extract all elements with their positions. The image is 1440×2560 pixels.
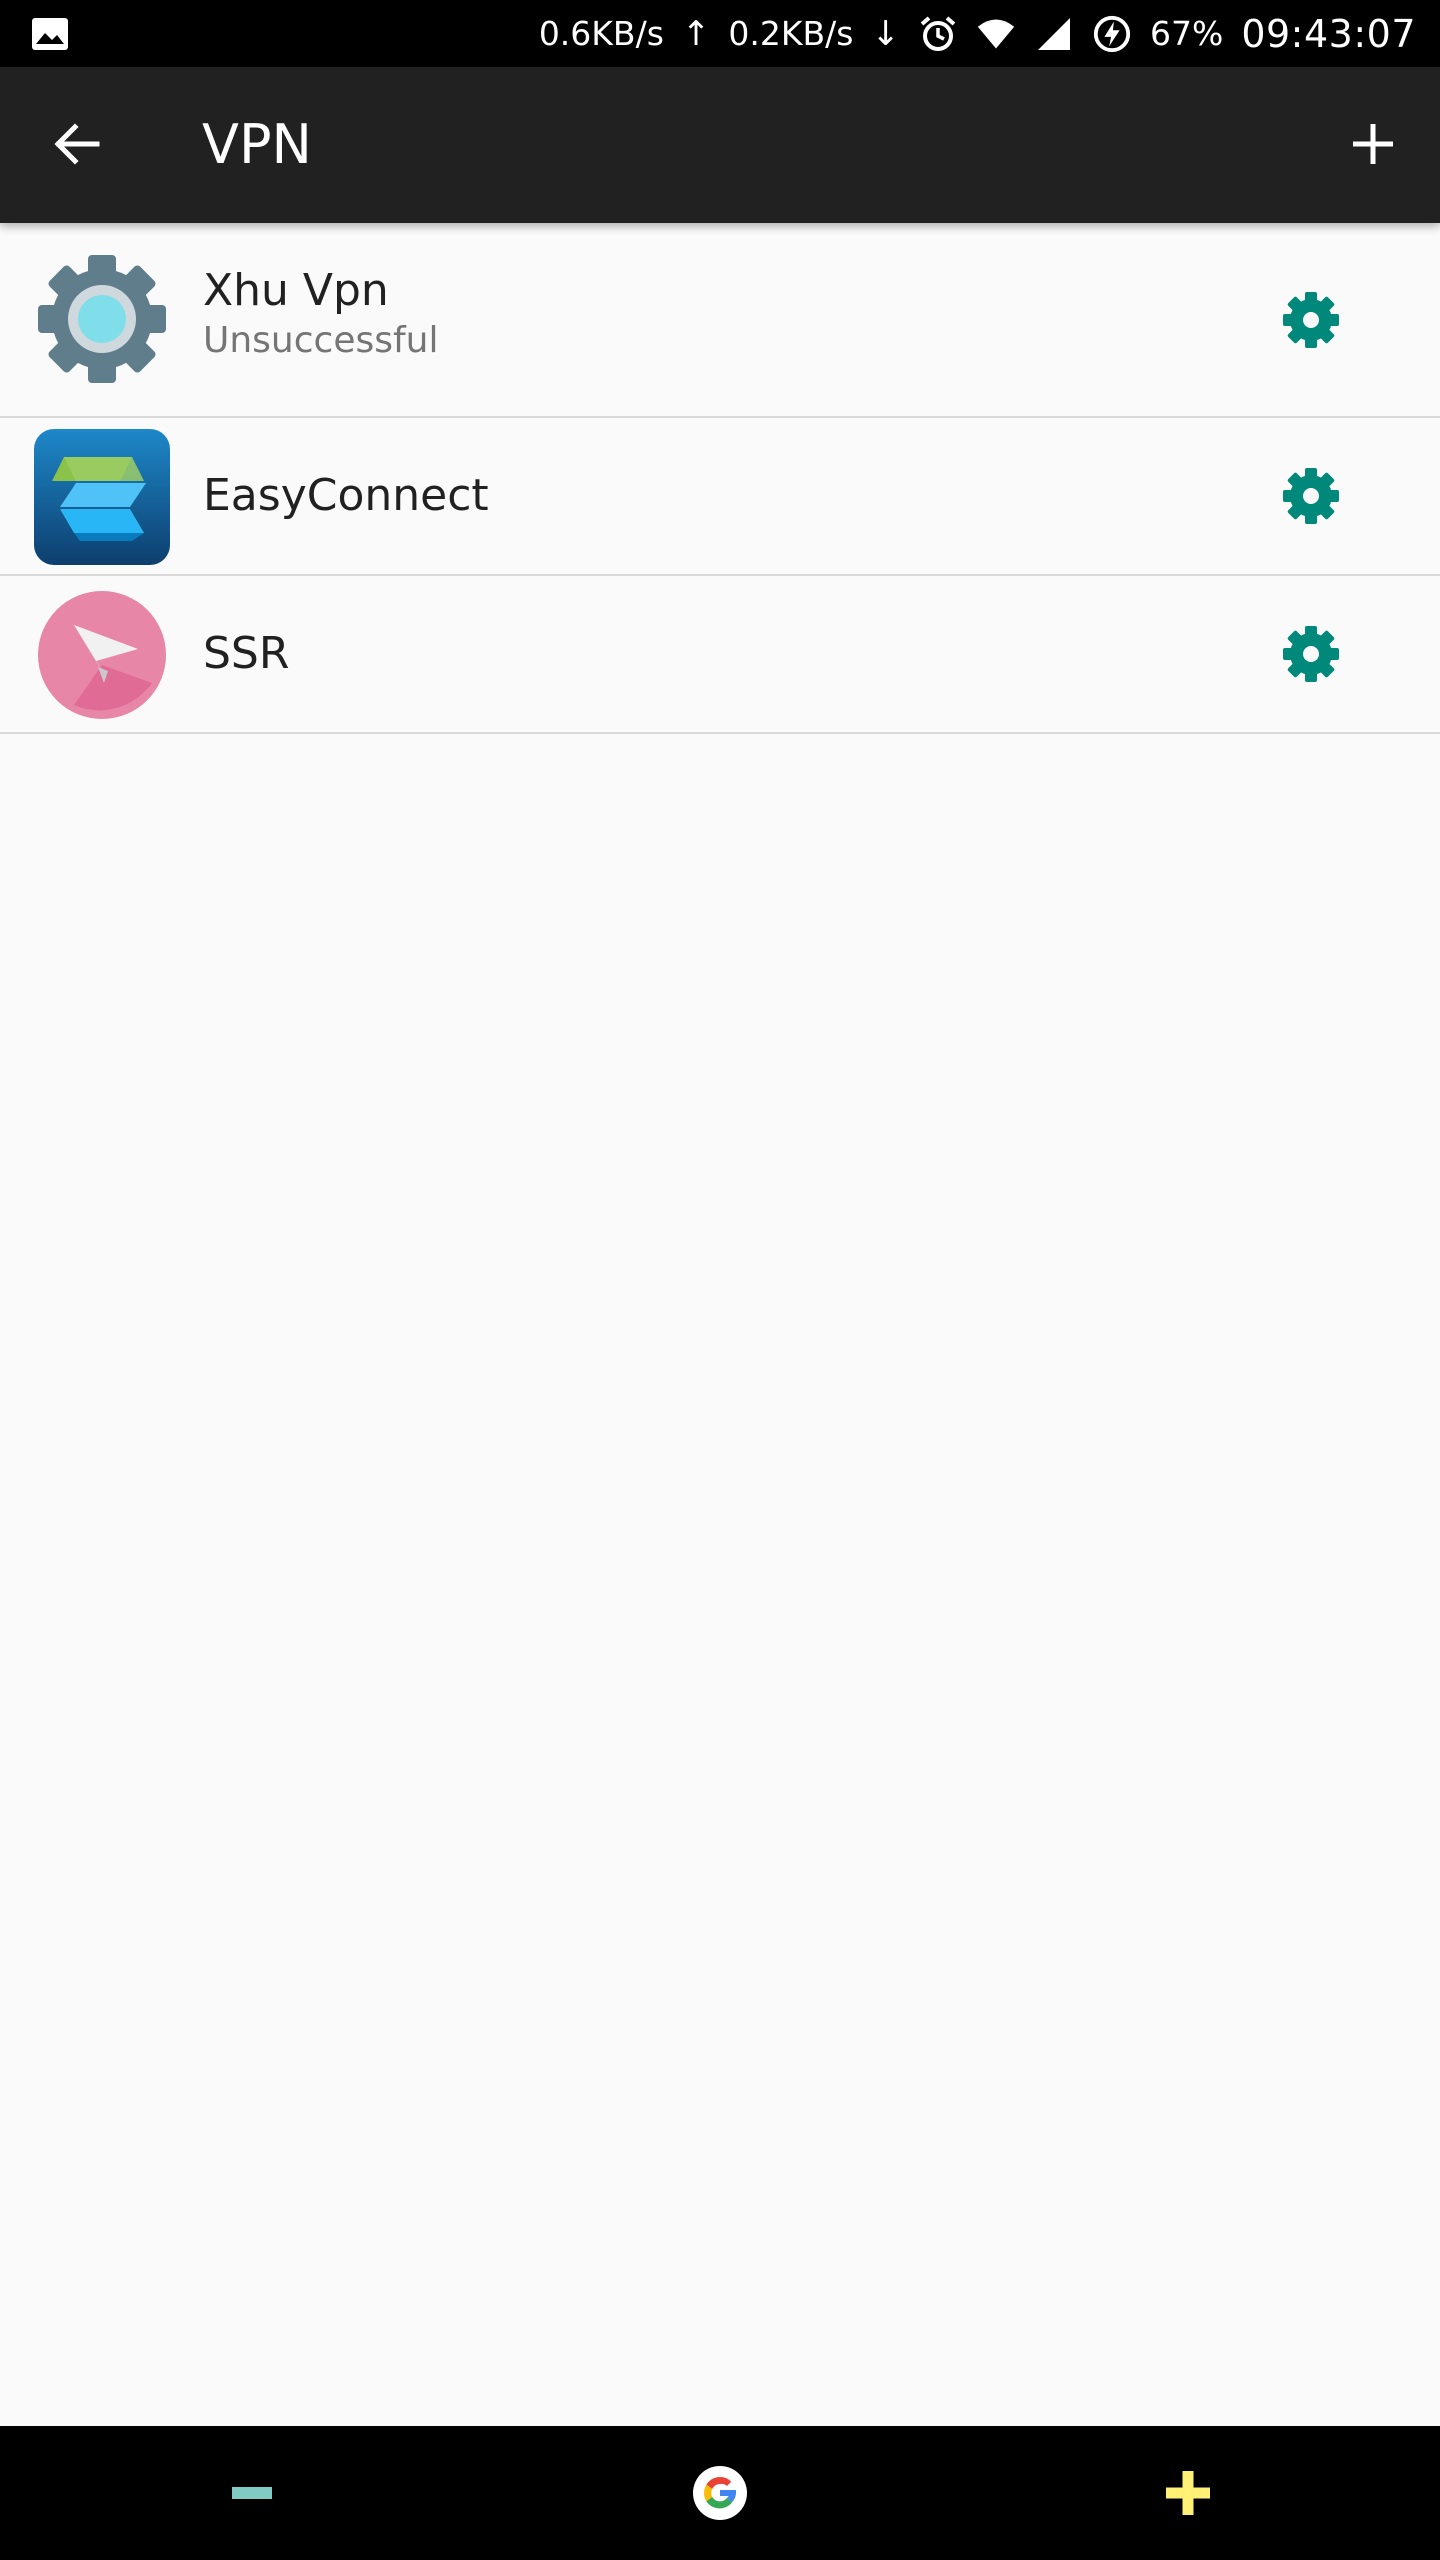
add-vpn-button[interactable]: [1334, 107, 1412, 185]
alarm-icon: [918, 14, 958, 54]
app-bar: VPN: [0, 67, 1440, 223]
plus-icon: [1350, 121, 1396, 171]
page-title: VPN: [202, 113, 312, 176]
list-item[interactable]: Xhu Vpn Unsuccessful: [0, 223, 1440, 418]
navigation-bar: [0, 2426, 1440, 2560]
vpn-name: EasyConnect: [203, 470, 489, 521]
vpn-list: Xhu Vpn Unsuccessful EasyConnect SSR: [0, 223, 1440, 734]
settings-gear-icon[interactable]: [1280, 465, 1342, 527]
settings-gear-icon[interactable]: [1280, 289, 1342, 351]
back-button[interactable]: [38, 107, 116, 185]
plus-icon[interactable]: [1148, 2453, 1228, 2533]
download-arrow-icon: ↓: [871, 13, 900, 54]
easyconnect-app-icon: [34, 429, 170, 565]
upload-speed: 0.6KB/s: [538, 14, 664, 53]
vpn-name: Xhu Vpn: [203, 265, 389, 316]
google-icon[interactable]: [680, 2453, 760, 2533]
vpn-name: SSR: [203, 628, 290, 679]
download-speed: 0.2KB/s: [728, 14, 854, 53]
paper-plane-app-icon: [34, 587, 170, 723]
row-text: Xhu Vpn Unsuccessful: [203, 265, 438, 365]
battery-percent: 67%: [1149, 14, 1224, 53]
list-item[interactable]: SSR: [0, 576, 1440, 734]
status-indicators: 0.6KB/s ↑ 0.2KB/s ↓ 67% 09:43:07: [539, 0, 1416, 67]
minus-icon[interactable]: [212, 2453, 292, 2533]
clock: 09:43:07: [1241, 11, 1416, 56]
battery-charging-icon: [1092, 14, 1132, 54]
arrow-back-icon: [51, 118, 103, 174]
row-text: EasyConnect: [203, 418, 489, 574]
upload-arrow-icon: ↑: [681, 13, 711, 54]
wifi-icon: [976, 14, 1016, 54]
gear-app-icon: [34, 251, 170, 387]
vpn-status: Unsuccessful: [203, 320, 439, 361]
status-bar: 0.6KB/s ↑ 0.2KB/s ↓ 67% 09:43:07: [0, 0, 1440, 67]
image-icon: [30, 14, 70, 54]
signal-icon: [1034, 14, 1074, 54]
row-text: SSR: [203, 576, 289, 732]
settings-gear-icon[interactable]: [1280, 623, 1342, 685]
list-item[interactable]: EasyConnect: [0, 418, 1440, 576]
